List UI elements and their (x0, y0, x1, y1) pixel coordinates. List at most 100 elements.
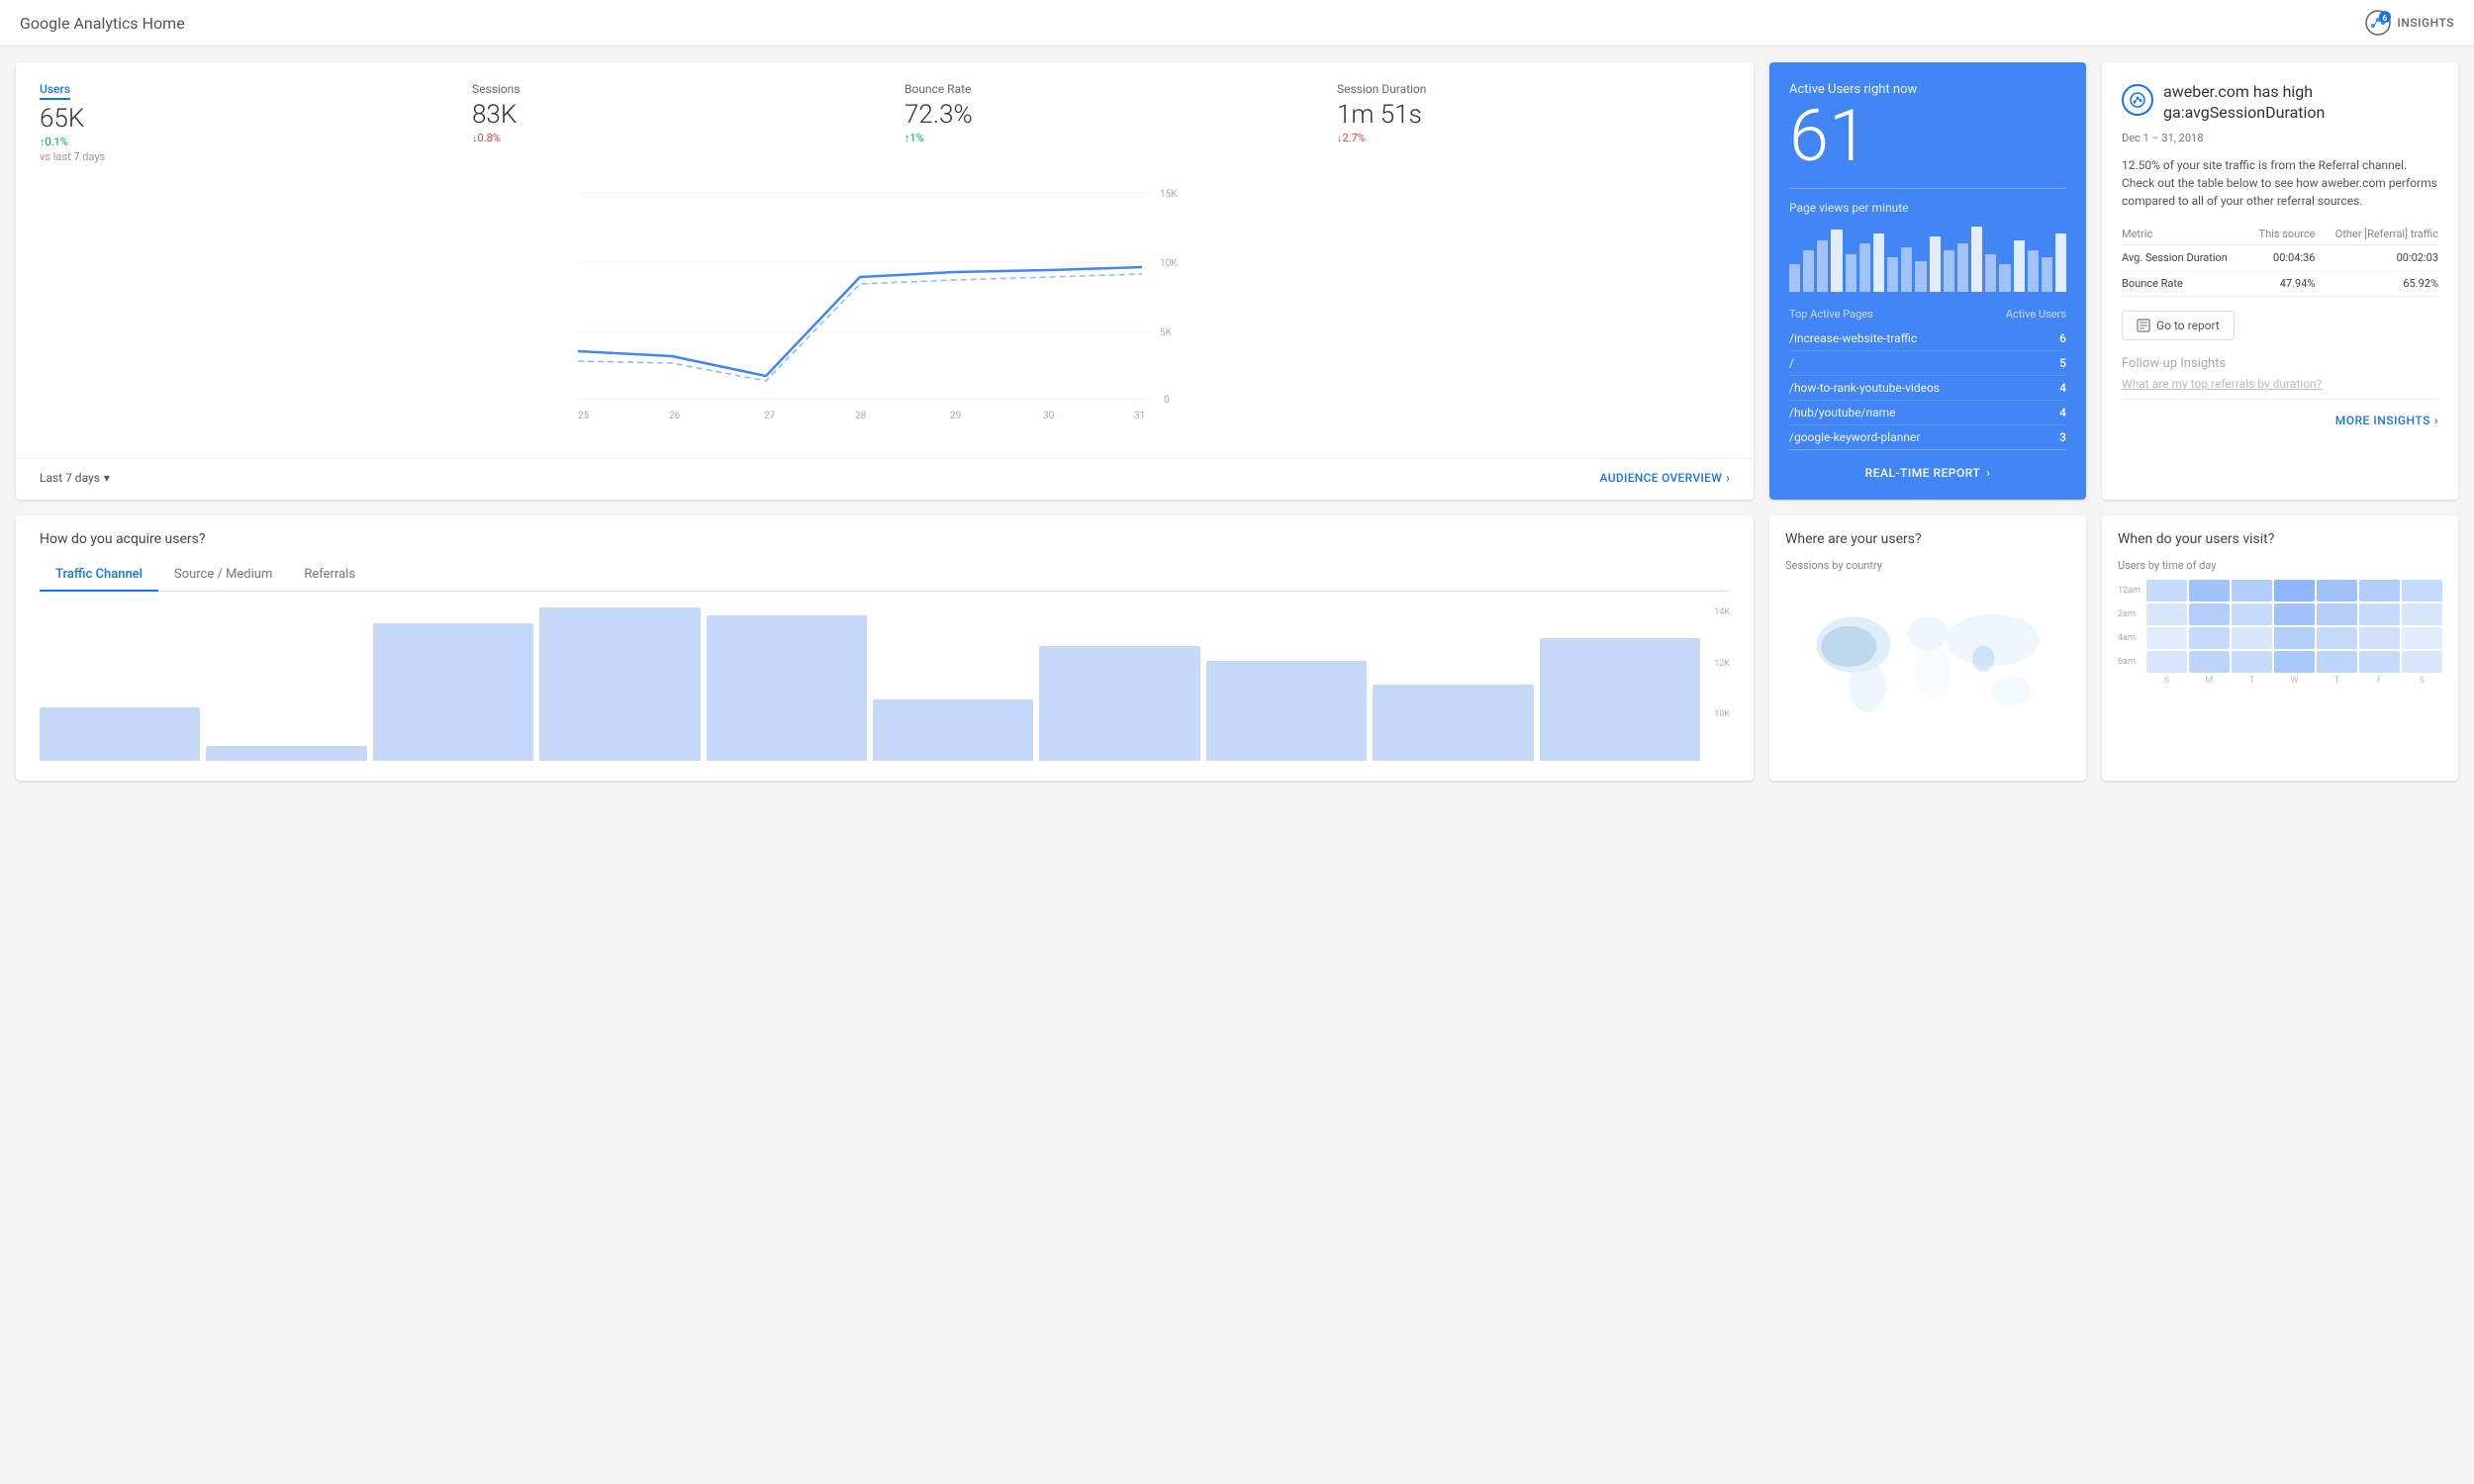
heatmap-wrapper: 12am 2am 4am 6am S M T W (2118, 580, 2442, 686)
duration-value: 1m 51s (1337, 100, 1730, 130)
heatmap-x-m: M (2189, 676, 2230, 686)
heatmap-grid (2146, 580, 2442, 673)
heatmap-cell (2402, 580, 2442, 602)
acq-bar-4 (539, 607, 700, 761)
heatmap-cell (2402, 603, 2442, 625)
acquisition-inner: How do you acquire users? Traffic Channe… (16, 515, 1754, 781)
svg-text:30: 30 (1043, 411, 1055, 420)
acq-y-14k: 14K (1714, 607, 1730, 617)
svg-text:0: 0 (1164, 395, 1170, 406)
label-4am: 4am (2118, 627, 2141, 649)
mini-bar-5 (1846, 254, 1856, 293)
insights-icon: 6 (2365, 10, 2391, 36)
date-range-button[interactable]: Last 7 days ▾ (40, 471, 110, 485)
insights-table-cell: Avg. Session Duration (2122, 244, 2248, 270)
bounce-value: 72.3% (904, 100, 1297, 130)
heatmap-cell (2317, 627, 2357, 649)
mini-bar-12 (1944, 250, 1954, 292)
acq-y-10k: 10K (1714, 709, 1730, 719)
top-page-url: /increase-website-traffic (1789, 331, 2051, 345)
insights-card-desc: 12.50% of your site traffic is from the … (2122, 156, 2438, 210)
heatmap-subtitle: Users by time of day (2118, 559, 2442, 572)
follow-up-link[interactable]: What are my top referrals by duration? (2122, 377, 2438, 391)
tab-referrals[interactable]: Referrals (288, 559, 371, 592)
heatmap-cell (2189, 627, 2230, 649)
top-pages-header: Top Active Pages Active Users (1789, 308, 2066, 321)
top-page-count: 6 (2059, 331, 2066, 345)
world-map-svg (1785, 580, 2070, 728)
mini-bar-4 (1831, 230, 1842, 292)
metric-users: Users 65K ↑0.1% vs last 7 days (40, 82, 432, 163)
top-page-row: /hub/youtube/name4 (1789, 401, 2066, 425)
heatmap-cell (2146, 627, 2187, 649)
top-page-count: 4 (2059, 381, 2066, 395)
insights-table-row: Bounce Rate47.94%65.92% (2122, 270, 2438, 296)
heatmap-x-t2: T (2317, 676, 2357, 686)
acq-bar-8 (1206, 661, 1367, 761)
top-bar: Google Analytics Home 6 INSIGHTS (0, 0, 2474, 46)
heatmap-area: When do your users visit? Users by time … (2102, 515, 2458, 701)
insights-table-cell: 00:04:36 (2248, 244, 2316, 270)
line-chart-svg: 15K 10K 5K 0 25 Jan 26 27 28 (49, 173, 1720, 420)
bottom-row: How do you acquire users? Traffic Channe… (16, 515, 2458, 781)
top-row: Users 65K ↑0.1% vs last 7 days Sessions … (16, 62, 2458, 500)
heatmap-cell (2359, 580, 2400, 602)
heatmap-cell (2232, 627, 2272, 649)
svg-text:26: 26 (669, 411, 681, 420)
acq-bar-10 (1540, 638, 1700, 761)
metric-bounce-rate: Bounce Rate 72.3% ↑1% (904, 82, 1297, 163)
tab-traffic-channel[interactable]: Traffic Channel (40, 559, 158, 592)
sessions-value: 83K (472, 100, 865, 130)
insights-table-cell: 47.94% (2248, 270, 2316, 296)
chevron-right-icon: › (1986, 466, 1990, 480)
chevron-down-icon: ▾ (104, 471, 110, 485)
top-page-row: /5 (1789, 351, 2066, 376)
heatmap-cell (2189, 651, 2230, 673)
more-insights-link[interactable]: MORE INSIGHTS › (2335, 414, 2438, 427)
heatmap-cell (2317, 603, 2357, 625)
label-2am: 2am (2118, 603, 2141, 625)
heatmap-y-labels: 12am 2am 4am 6am (2118, 580, 2141, 686)
acq-bar-6 (873, 699, 1033, 761)
mini-bar-11 (1930, 236, 1941, 292)
label-12am: 12am (2118, 580, 2141, 602)
time-title: When do your users visit? (2118, 531, 2442, 547)
users-change: ↑0.1% (40, 136, 432, 148)
heatmap-cell (2189, 580, 2230, 602)
go-to-report-button[interactable]: Go to report (2122, 311, 2235, 340)
acq-y-labels: 14K 12K 10K (1714, 607, 1730, 761)
mini-bar-9 (1901, 247, 1912, 293)
realtime-number: 61 (1789, 101, 2066, 172)
acquisition-title: How do you acquire users? (40, 531, 1730, 547)
acq-y-12k: 12K (1714, 659, 1730, 669)
heatmap-cell (2317, 651, 2357, 673)
mini-bar-13 (1957, 243, 1968, 292)
line-chart-area: 15K 10K 5K 0 25 Jan 26 27 28 (40, 173, 1730, 450)
mini-bar-10 (1915, 261, 1926, 293)
heatmap-x-w: W (2274, 676, 2315, 686)
col-this-source: This source (2248, 224, 2316, 245)
heatmap-x-f: F (2359, 676, 2400, 686)
report-icon (2137, 319, 2150, 332)
heatmap-cell (2274, 580, 2315, 602)
svg-text:15K: 15K (1160, 189, 1178, 200)
heatmap-cell (2146, 580, 2187, 602)
map-card: Where are your users? Sessions by countr… (1769, 515, 2086, 781)
audience-overview-link[interactable]: AUDIENCE OVERVIEW › (1600, 471, 1730, 485)
mini-bar-8 (1887, 257, 1898, 292)
insights-table-cell: 00:02:03 (2315, 244, 2438, 270)
insights-circle-icon (2122, 84, 2153, 116)
mini-bar-3 (1817, 240, 1828, 293)
chevron-right-icon: › (2434, 414, 2438, 427)
heatmap-cell (2317, 580, 2357, 602)
acq-bar-5 (707, 615, 867, 761)
insights-insight-card: aweber.com has high ga:avgSessionDuratio… (2102, 62, 2458, 500)
tab-source-medium[interactable]: Source / Medium (158, 559, 288, 592)
heatmap-cell (2359, 627, 2400, 649)
insights-button[interactable]: 6 INSIGHTS (2365, 10, 2454, 36)
svg-text:29: 29 (950, 411, 961, 420)
acq-bar-7 (1039, 646, 1199, 761)
realtime-report-link[interactable]: REAL-TIME REPORT › (1789, 449, 2066, 480)
insights-card-footer: MORE INSIGHTS › (2122, 399, 2438, 427)
mini-bar-19 (2042, 257, 2052, 292)
